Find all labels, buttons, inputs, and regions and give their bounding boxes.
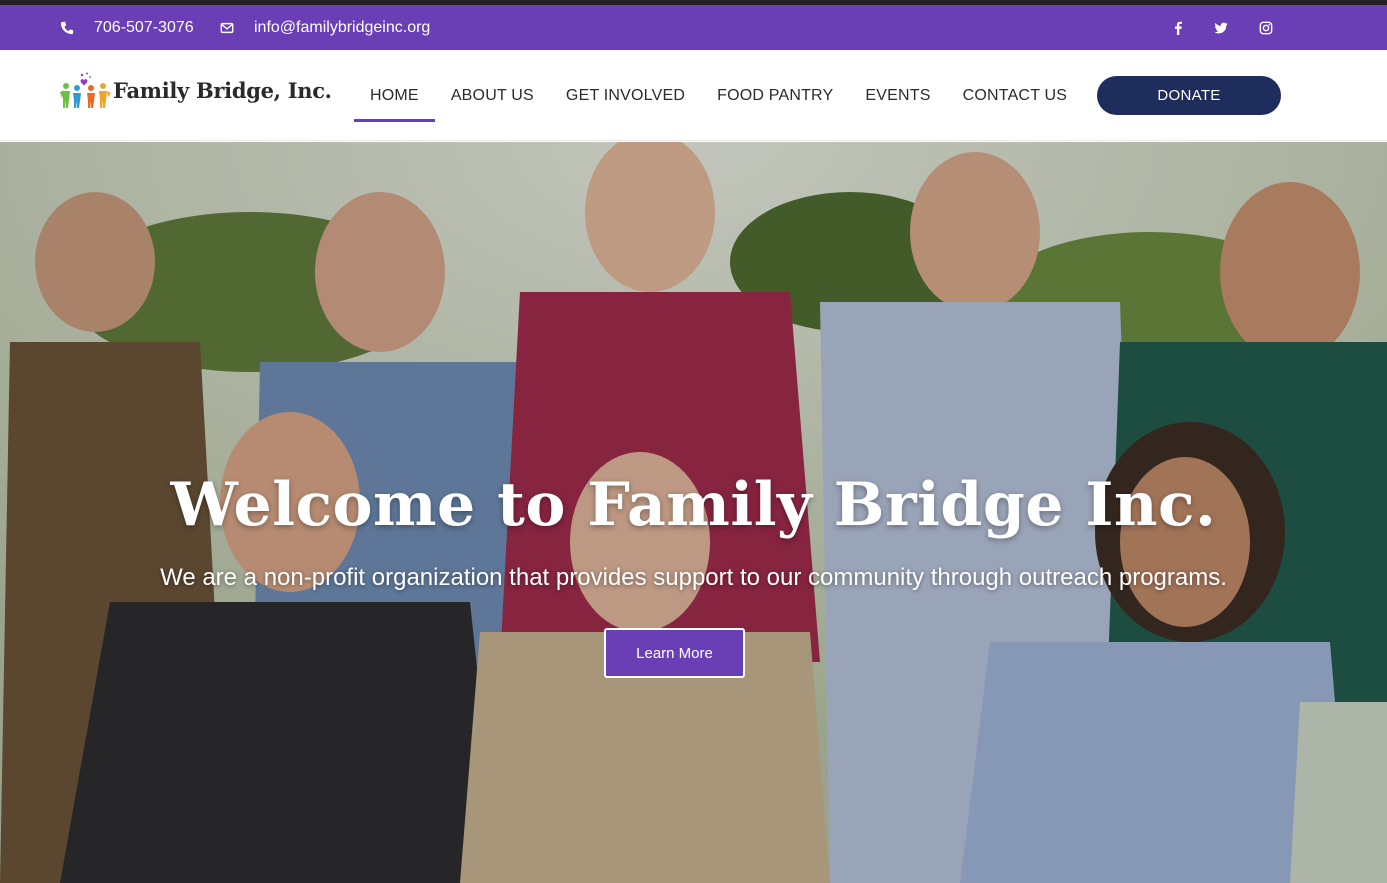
instagram-link[interactable] xyxy=(1259,5,1273,50)
nav-get-involved[interactable]: GET INVOLVED xyxy=(550,50,701,141)
phone-number: 706-507-3076 xyxy=(94,18,194,36)
twitter-icon xyxy=(1214,22,1228,33)
email-address: info@familybridgeinc.org xyxy=(254,18,431,36)
phone-link[interactable]: 706-507-3076 xyxy=(60,5,194,50)
nav-contact-us[interactable]: CONTACT US xyxy=(947,50,1084,141)
instagram-icon xyxy=(1259,21,1273,34)
envelope-icon xyxy=(220,22,234,33)
site-name: Family Bridge, Inc. xyxy=(113,77,332,103)
main-nav: HOME ABOUT US GET INVOLVED FOOD PANTRY E… xyxy=(354,50,1083,141)
nav-events[interactable]: EVENTS xyxy=(849,50,946,141)
site-header: Family Bridge, Inc. HOME ABOUT US GET IN… xyxy=(0,50,1387,141)
nav-home[interactable]: HOME xyxy=(354,50,435,141)
donate-button[interactable]: DONATE xyxy=(1097,76,1281,115)
contact-bar: 706-507-3076 info@familybridgeinc.org xyxy=(0,5,1387,50)
twitter-link[interactable] xyxy=(1214,5,1228,50)
phone-icon xyxy=(60,21,74,34)
nav-about-us[interactable]: ABOUT US xyxy=(435,50,550,141)
email-link[interactable]: info@familybridgeinc.org xyxy=(220,5,430,50)
family-logo-icon xyxy=(60,72,111,108)
hero-subtitle: We are a non-profit organization that pr… xyxy=(160,564,1227,591)
nav-food-pantry[interactable]: FOOD PANTRY xyxy=(701,50,849,141)
hero-title: Welcome to Family Bridge Inc. xyxy=(170,470,1217,540)
learn-more-button[interactable]: Learn More xyxy=(604,628,745,678)
site-logo[interactable]: Family Bridge, Inc. xyxy=(60,70,332,110)
facebook-link[interactable] xyxy=(1171,5,1185,50)
hero-section: Welcome to Family Bridge Inc. We are a n… xyxy=(0,142,1387,883)
facebook-icon xyxy=(1174,21,1182,35)
